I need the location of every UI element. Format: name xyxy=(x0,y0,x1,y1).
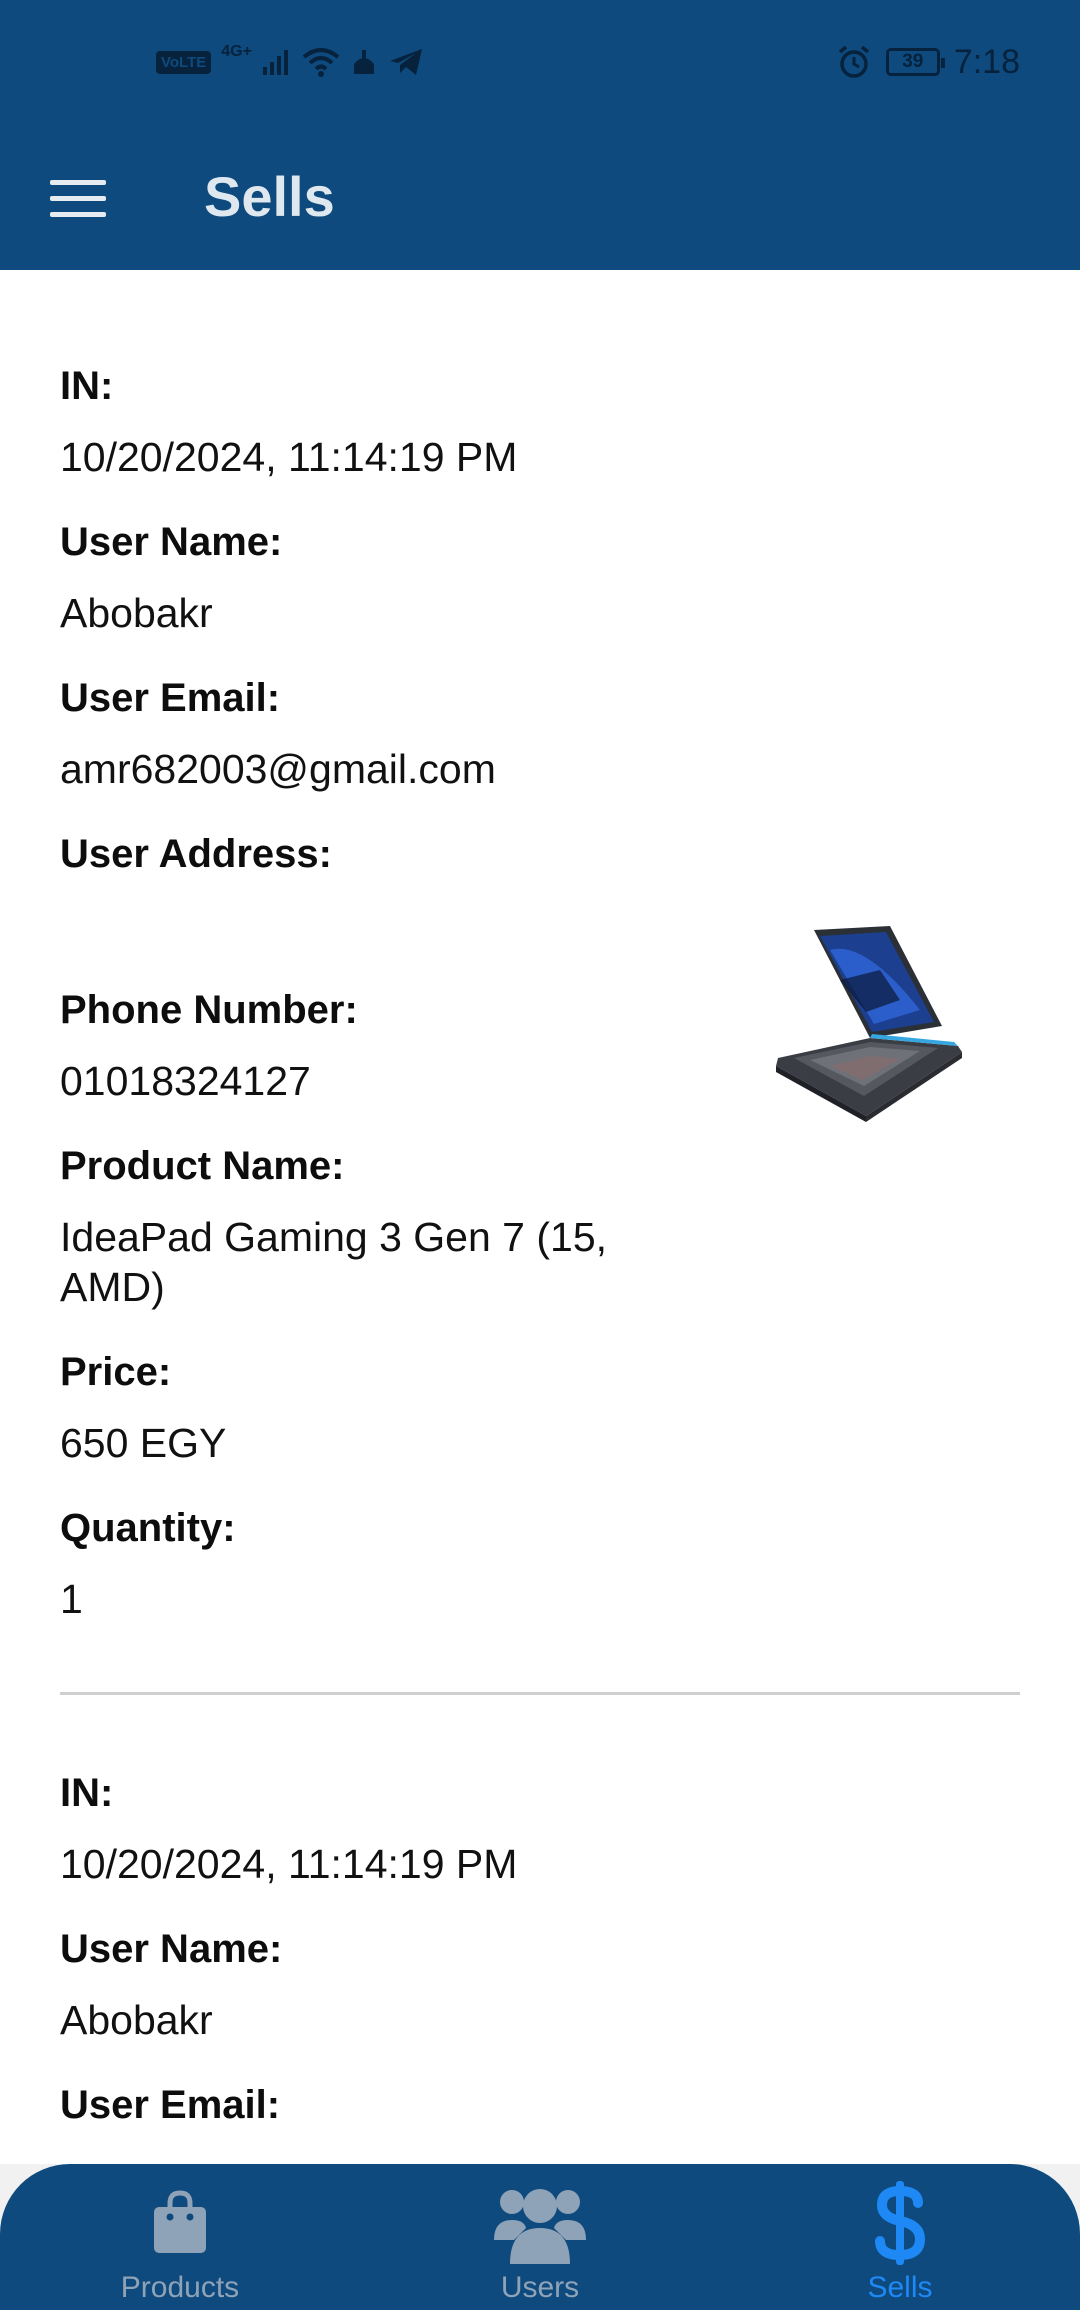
field-user-name: User Name: Abobakr xyxy=(60,1925,1020,2045)
field-label: Quantity: xyxy=(60,1506,236,1550)
clock: 7:18 xyxy=(953,42,1020,81)
field-user-email: User Email: xyxy=(60,2081,1020,2129)
field-label: IN: xyxy=(60,1771,114,1815)
alarm-icon xyxy=(836,44,872,80)
field-label: User Email: xyxy=(60,676,281,720)
status-left: VoLTE 4G+ xyxy=(156,42,424,82)
users-icon xyxy=(494,2180,586,2266)
volte-indicator: VoLTE xyxy=(156,50,212,74)
field-value xyxy=(60,900,660,950)
field-label: User Name: xyxy=(60,520,283,564)
mosque-notification-icon xyxy=(350,48,378,76)
field-label: IN: xyxy=(60,364,114,408)
field-value: Abobakr xyxy=(60,1997,213,2043)
field-value: 10/20/2024, 11:14:19 PM xyxy=(60,1841,518,1887)
shopping-bag-icon xyxy=(150,2180,210,2266)
field-label: User Email: xyxy=(60,2083,281,2127)
wifi-icon xyxy=(302,47,340,77)
field-quantity: Quantity: 1 xyxy=(60,1504,1020,1624)
field-in: IN: 10/20/2024, 11:14:19 PM xyxy=(60,1769,1020,1889)
field-label: Price: xyxy=(60,1350,172,1394)
field-value: 01018324127 xyxy=(60,1058,311,1104)
field-in: IN: 10/20/2024, 11:14:19 PM xyxy=(60,362,1020,482)
page-title: Sells xyxy=(204,165,335,228)
menu-icon[interactable] xyxy=(40,168,116,228)
field-value: amr682003@gmail.com xyxy=(60,746,496,792)
app-bar: Sells xyxy=(0,124,1080,270)
field-user-email: User Email: amr682003@gmail.com xyxy=(60,674,1020,794)
sell-record: IN: 10/20/2024, 11:14:19 PM User Name: A… xyxy=(0,270,1080,1624)
status-right: 39 7:18 xyxy=(836,42,1020,82)
field-label: User Name: xyxy=(60,1927,283,1971)
field-label: User Address: xyxy=(60,832,332,876)
nav-label: Sells xyxy=(867,2271,933,2304)
field-value: 10/20/2024, 11:14:19 PM xyxy=(60,434,518,480)
nav-products[interactable]: Products xyxy=(60,2164,300,2310)
nav-users[interactable]: Users xyxy=(420,2164,660,2310)
bottom-nav: Products Users Sells xyxy=(0,2164,1080,2310)
telegram-icon xyxy=(388,47,424,77)
battery-icon: 39 xyxy=(885,48,945,76)
dollar-icon xyxy=(874,2180,926,2266)
field-value: Abobakr xyxy=(60,590,213,636)
sells-list[interactable]: IN: 10/20/2024, 11:14:19 PM User Name: A… xyxy=(0,270,1080,2164)
status-bar: VoLTE 4G+ 39 7:18 xyxy=(0,0,1080,124)
field-label: Product Name: xyxy=(60,1144,345,1188)
sell-record: IN: 10/20/2024, 11:14:19 PM User Name: A… xyxy=(0,1695,1080,2129)
field-value: 1 xyxy=(60,1576,83,1622)
field-price: Price: 650 EGY xyxy=(60,1348,1020,1468)
field-product-name: Product Name: IdeaPad Gaming 3 Gen 7 (15… xyxy=(60,1142,1020,1312)
nav-label: Products xyxy=(120,2271,240,2304)
network-type: 4G+ xyxy=(221,43,252,60)
field-user-name: User Name: Abobakr xyxy=(60,518,1020,638)
product-image xyxy=(770,920,970,1130)
nav-label: Users xyxy=(500,2271,580,2304)
field-value: IdeaPad Gaming 3 Gen 7 (15, AMD) xyxy=(60,1214,608,1310)
field-value: 650 EGY xyxy=(60,1420,227,1466)
signal-icon xyxy=(262,47,292,77)
nav-sells[interactable]: Sells xyxy=(780,2164,1020,2310)
